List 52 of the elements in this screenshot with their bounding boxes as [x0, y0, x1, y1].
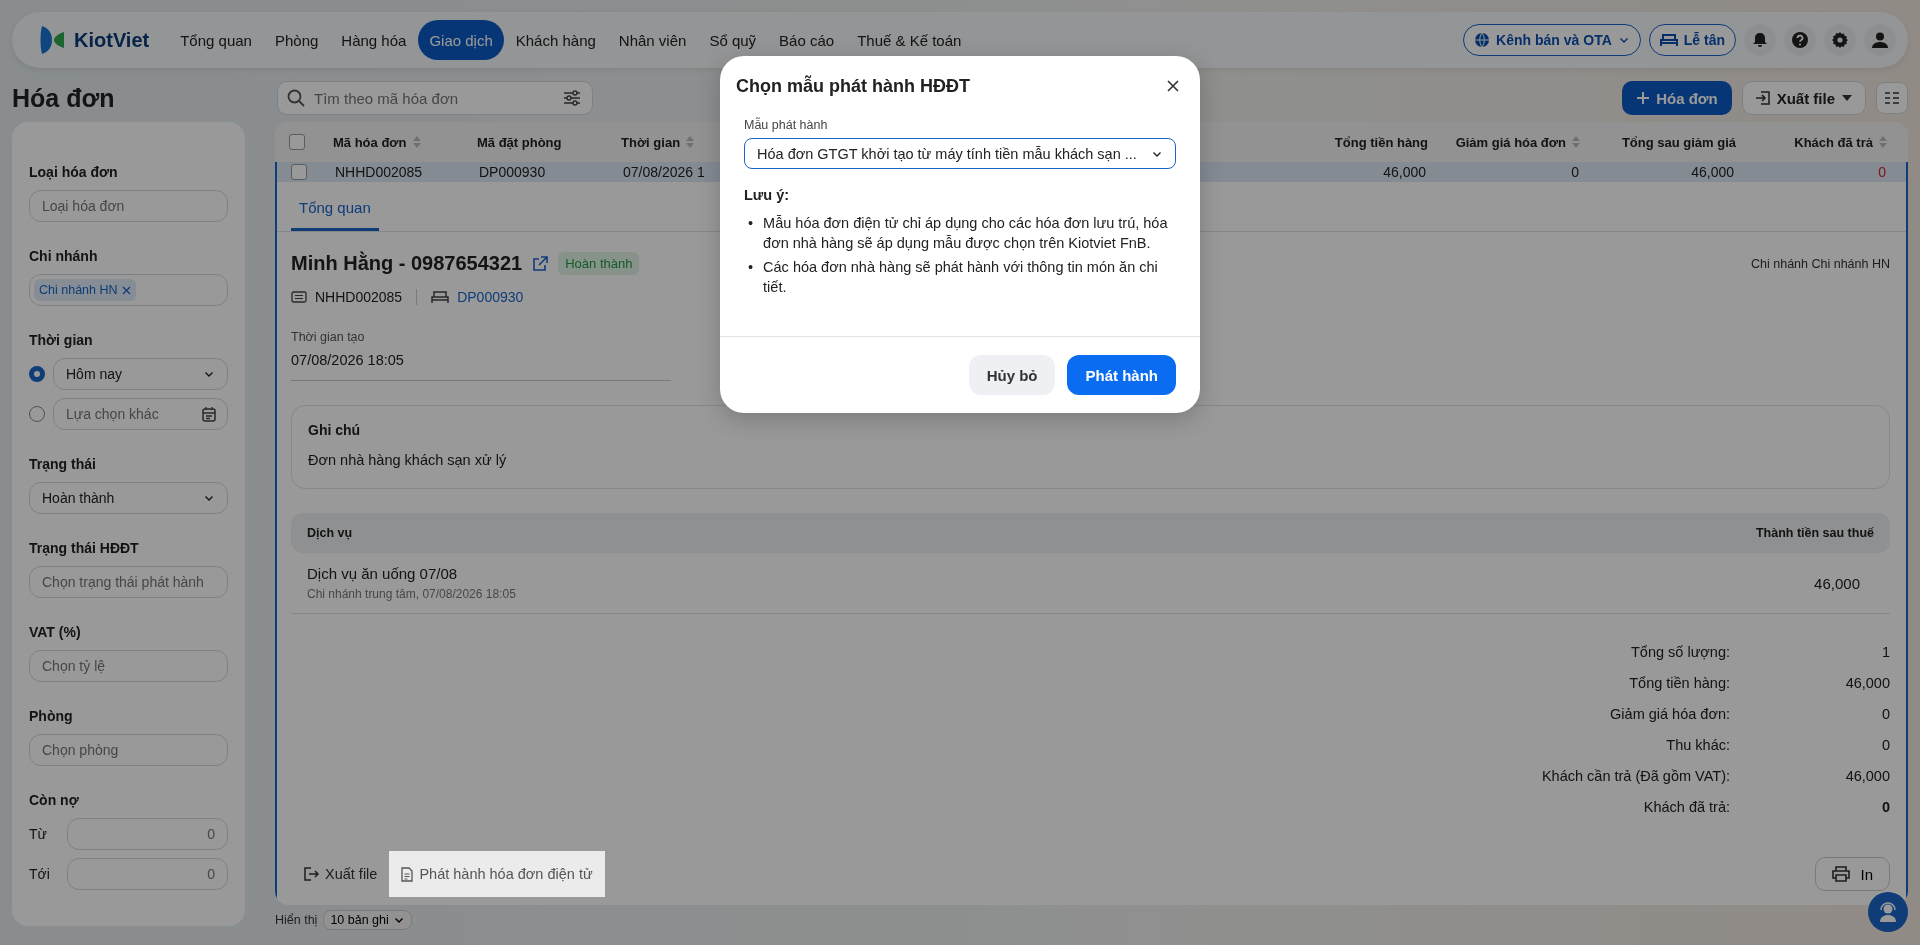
field-label: Mẫu phát hành — [744, 118, 829, 132]
summary-label: Khách cần trả (Đã gồm VAT): — [1540, 768, 1730, 784]
summary-label: Tổng tiền hàng: — [1628, 675, 1730, 691]
summary-label: Khách đã trả: — [1642, 799, 1730, 815]
bullet: • — [748, 258, 754, 277]
service-subtitle: Chi nhánh trung tâm, 07/08/2026 18:05 — [307, 587, 516, 601]
range-label: Từ — [29, 826, 48, 842]
page-size-label: Hiển thị — [275, 913, 318, 927]
service-amount: 46,000 — [1814, 574, 1860, 592]
filter-label: Trạng thái — [29, 456, 97, 472]
created-label: Thời gian tạo — [291, 330, 366, 344]
invoice-code: NHHD002085 — [315, 289, 403, 305]
summary-label: Giảm giá hóa đơn: — [1609, 706, 1730, 722]
summary-value: 1 — [1880, 644, 1890, 660]
customer-name: Minh Hằng - 0987654321 — [291, 252, 523, 275]
page-title: Hóa đơn — [12, 83, 116, 113]
status-badge: Hoàn thành — [558, 252, 640, 275]
filter-label: Chi nhánh — [29, 248, 99, 264]
summary-label: Thu khác: — [1665, 737, 1730, 753]
created-value: 07/08/2026 18:05 — [291, 344, 671, 381]
summary-label: Tổng số lượng: — [1630, 644, 1730, 660]
filter-label: Phòng — [29, 708, 74, 724]
summary-value: 46,000 — [1844, 675, 1890, 691]
note-heading: Lưu ý: — [744, 187, 791, 203]
table-cell-text: 0 — [1877, 164, 1886, 180]
dialog-title: Chọn mẫu phát hành HĐĐT — [736, 75, 970, 97]
note-item: Các hóa đơn nhà hàng sẽ phát hành với thông tin món ăn chi tiết. — [763, 258, 1159, 297]
note-title: Ghi chú — [308, 422, 362, 438]
logo-text: KiotViet — [74, 28, 150, 52]
summary-value: 46,000 — [1844, 768, 1890, 784]
branch-text: Chi nhánh Chi nhánh HN — [1751, 256, 1890, 271]
range-label: Tới — [29, 866, 51, 882]
filter-label: VAT (%) — [29, 624, 82, 640]
note-text: Đơn nhà hàng khách sạn xử lý — [308, 452, 508, 468]
filter-label: Loại hóa đơn — [29, 164, 119, 180]
note-item: Mẫu hóa đơn điện tử chỉ áp dụng cho các hóa đơn lưu trú, hóa đơn nhà hàng sẽ áp dụng mẫu được chọn trên Kiotviet FnB. — [763, 214, 1169, 253]
column-header: Thành tiền sau thuế — [1755, 526, 1874, 540]
filter-label: Thời gian — [29, 332, 94, 348]
table-cell-text: 0 — [1570, 164, 1579, 180]
bullet: • — [748, 214, 754, 233]
table-cell-text: NHHD002085 — [335, 164, 424, 180]
summary-value: 0 — [1880, 799, 1890, 815]
table-cell-text: DP000930 — [479, 164, 547, 180]
service-name: Dịch vụ ăn uống 07/08 — [307, 565, 459, 582]
table-cell-text: 07/08/2026 1 — [623, 164, 706, 180]
table-cell-text: 46,000 — [1382, 164, 1426, 180]
summary-value: 0 — [1880, 706, 1890, 722]
summary-value: 0 — [1880, 737, 1890, 753]
filter-label: Trạng thái HĐĐT — [29, 540, 140, 556]
column-header: Dịch vụ — [307, 526, 353, 540]
table-cell-text: 46,000 — [1690, 164, 1734, 180]
filter-label: Còn nợ — [29, 792, 80, 808]
